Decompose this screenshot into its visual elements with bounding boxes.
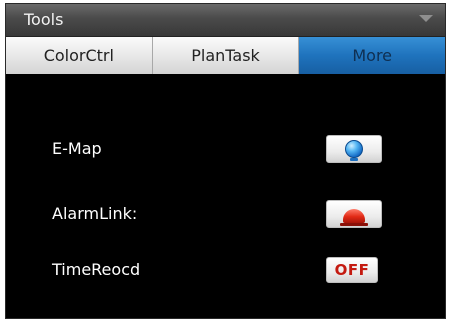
tab-plantask[interactable]: PlanTask <box>152 37 300 74</box>
alarmlink-button[interactable] <box>326 200 382 228</box>
alarmlink-label: AlarmLink: <box>52 204 138 223</box>
collapse-arrow-icon[interactable] <box>419 15 433 22</box>
panel-titlebar: Tools <box>6 4 445 37</box>
tab-more[interactable]: More <box>299 37 446 74</box>
timerecord-label: TimeReocd <box>52 260 141 279</box>
panel-title: Tools <box>24 10 64 29</box>
alarmlink-row: AlarmLink: <box>6 200 445 228</box>
alarm-light-icon <box>340 208 368 226</box>
globe-icon <box>345 140 363 161</box>
emap-row: E-Map <box>6 135 445 163</box>
emap-label: E-Map <box>52 139 102 158</box>
timerecord-state-text: OFF <box>334 261 370 279</box>
timerecord-toggle[interactable]: OFF <box>326 257 378 283</box>
tab-bar: ColorCtrl PlanTask More <box>6 37 446 74</box>
emap-button[interactable] <box>326 135 382 163</box>
tab-colorctrl[interactable]: ColorCtrl <box>6 37 153 74</box>
tools-panel: Tools ColorCtrl PlanTask More E-Map Alar… <box>5 3 446 319</box>
timerecord-row: TimeReocd OFF <box>6 256 445 284</box>
